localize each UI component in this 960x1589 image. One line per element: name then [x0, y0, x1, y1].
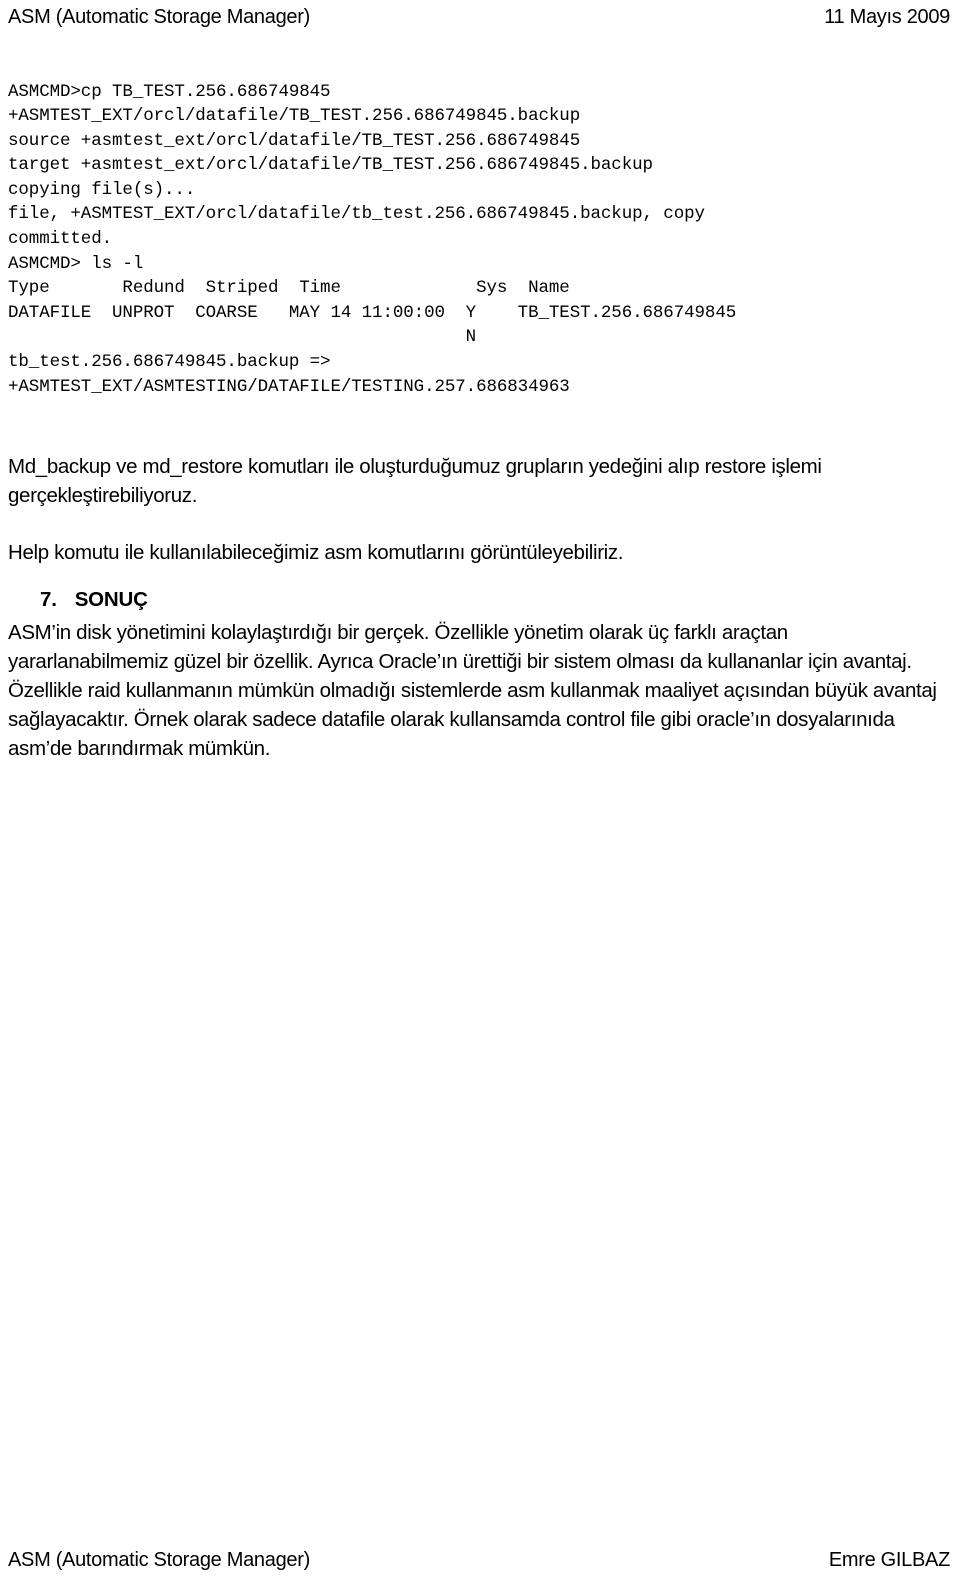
- code-line: Type Redund Striped Time Sys Name: [8, 278, 570, 299]
- running-header: ASM (Automatic Storage Manager) 11 Mayıs…: [8, 6, 950, 32]
- code-line: N: [8, 327, 477, 348]
- code-line: source +asmtest_ext/orcl/datafile/TB_TES…: [8, 130, 581, 151]
- code-line: +ASMTEST_EXT/ASMTESTING/DATAFILE/TESTING…: [8, 376, 570, 397]
- code-line: +ASMTEST_EXT/orcl/datafile/TB_TEST.256.6…: [8, 106, 581, 127]
- footer-document-title: ASM (Automatic Storage Manager): [8, 1549, 310, 1571]
- section-number: 7.: [40, 588, 57, 611]
- code-line: DATAFILE UNPROT COARSE MAY 14 11:00:00 Y…: [8, 302, 737, 323]
- code-line: ASMCMD> ls -l: [8, 253, 144, 274]
- section-heading-sonuc: 7. SONUÇ: [40, 588, 148, 612]
- code-line: tb_test.256.686749845.backup =>: [8, 352, 331, 373]
- header-document-title: ASM (Automatic Storage Manager): [8, 6, 310, 28]
- header-date: 11 Mayıs 2009: [824, 6, 950, 28]
- code-line: copying file(s)...: [8, 179, 196, 200]
- document-page: ASM (Automatic Storage Manager) 11 Mayıs…: [0, 0, 960, 1589]
- code-line: target +asmtest_ext/orcl/datafile/TB_TES…: [8, 155, 653, 176]
- paragraph-help-komutu: Help komutu ile kullanılabileceğimiz asm…: [8, 541, 624, 564]
- code-line: file, +ASMTEST_EXT/orcl/datafile/tb_test…: [8, 204, 705, 225]
- paragraph-conclusion: ASM’in disk yönetimini kolaylaştırdığı b…: [8, 621, 937, 760]
- section-title: SONUÇ: [74, 588, 148, 611]
- terminal-code-block: ASMCMD>cp TB_TEST.256.686749845 +ASMTEST…: [8, 80, 948, 400]
- code-line: ASMCMD>cp TB_TEST.256.686749845: [8, 81, 331, 102]
- paragraph-md-backup: Md_backup ve md_restore komutları ile ol…: [8, 455, 822, 507]
- running-footer: ASM (Automatic Storage Manager) Emre GIL…: [8, 1549, 950, 1575]
- code-line: committed.: [8, 229, 113, 250]
- footer-author: Emre GILBAZ: [828, 1549, 950, 1571]
